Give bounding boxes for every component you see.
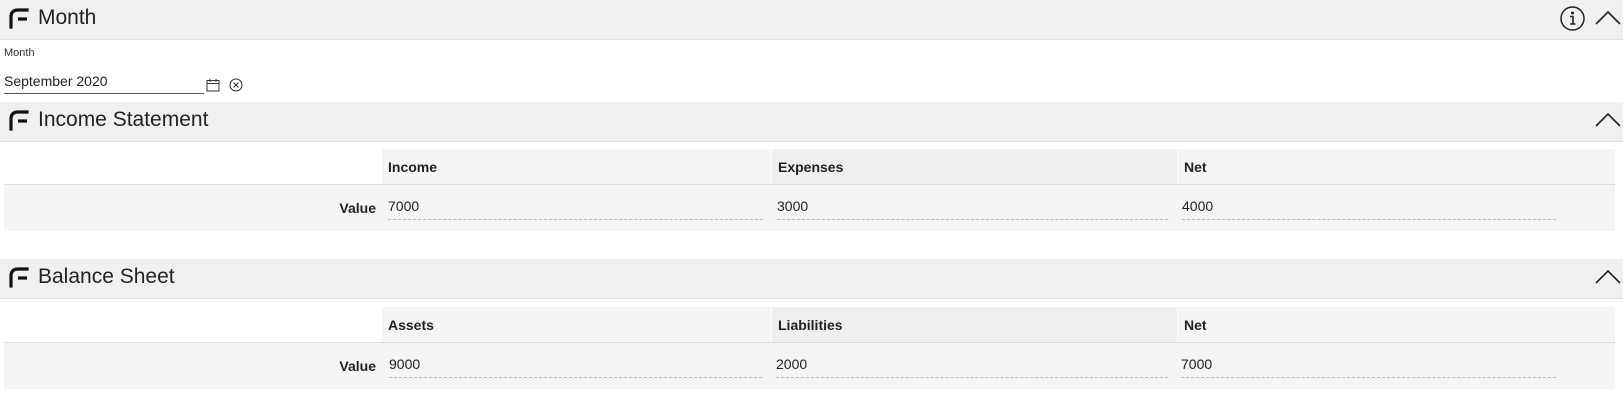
month-section-header: Month [0, 0, 1623, 40]
month-field-label: Month [4, 47, 35, 59]
net-value[interactable]: 4000 [1182, 198, 1556, 220]
column-header-assets: Assets [382, 307, 771, 342]
balance-sheet-header: Balance Sheet [0, 259, 1623, 299]
column-header-liabilities: Liabilities [772, 307, 1177, 342]
assets-value[interactable]: 9000 [389, 356, 762, 378]
logo-icon [9, 267, 29, 288]
column-header-expenses: Expenses [772, 149, 1177, 184]
table-header-row: Income Expenses Net [4, 149, 1615, 185]
expenses-value[interactable]: 3000 [777, 198, 1168, 220]
table-row: Value 7000 3000 4000 [4, 185, 1615, 231]
income-value[interactable]: 7000 [388, 198, 763, 220]
row-label: Value [339, 200, 376, 216]
liabilities-value[interactable]: 2000 [776, 356, 1168, 378]
chevron-up-icon[interactable] [1593, 108, 1623, 132]
calendar-icon[interactable] [206, 78, 220, 92]
clear-icon[interactable] [229, 78, 243, 92]
month-input[interactable] [4, 68, 204, 94]
column-header-net: Net [1178, 307, 1615, 342]
income-statement-title: Income Statement [38, 108, 209, 131]
month-section-title: Month [38, 6, 97, 29]
chevron-up-icon[interactable] [1593, 6, 1623, 30]
net-value[interactable]: 7000 [1181, 356, 1556, 378]
table-row: Value 9000 2000 7000 [4, 343, 1615, 389]
logo-icon [9, 8, 29, 29]
info-icon[interactable] [1559, 5, 1586, 32]
income-statement-header: Income Statement [0, 102, 1623, 142]
row-label: Value [339, 358, 376, 374]
column-header-net: Net [1178, 149, 1615, 184]
income-statement-table: Income Expenses Net Value 7000 3000 4000 [4, 149, 1615, 231]
column-header-income: Income [382, 149, 771, 184]
table-header-row: Assets Liabilities Net [4, 307, 1615, 343]
balance-sheet-table: Assets Liabilities Net Value 9000 2000 7… [4, 307, 1615, 389]
logo-icon [9, 110, 29, 131]
chevron-up-icon[interactable] [1593, 265, 1623, 289]
balance-sheet-title: Balance Sheet [38, 265, 175, 288]
